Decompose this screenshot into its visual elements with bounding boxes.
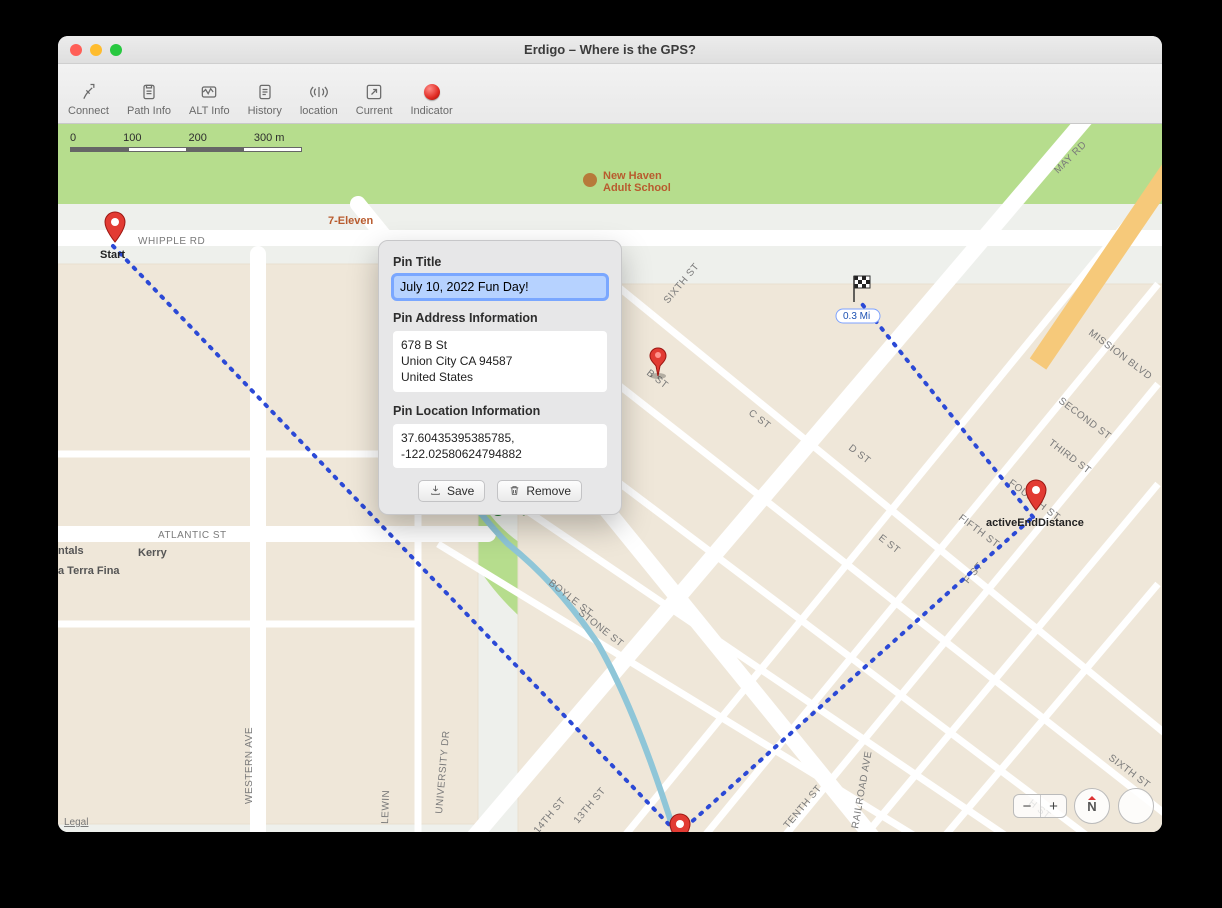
toolbar-label: Path Info (127, 105, 171, 117)
history-button[interactable]: History (248, 81, 282, 117)
indicator-icon (421, 81, 443, 103)
look-around-icon[interactable] (1118, 788, 1154, 824)
window-title: Erdigo – Where is the GPS? (58, 42, 1162, 57)
street-label: ATLANTIC ST (158, 530, 227, 541)
clipboard-icon (138, 81, 160, 103)
pin-route[interactable] (670, 814, 690, 832)
address-line: Union City CA 94587 (401, 353, 599, 369)
pin-address-box: 678 B St Union City CA 94587 United Stat… (393, 331, 607, 392)
toolbar-label: History (248, 105, 282, 117)
toolbar-label: ALT Info (189, 105, 230, 117)
zoom-in-button[interactable]: + (1040, 795, 1066, 817)
pin-title-label: Pin Title (393, 255, 607, 269)
pin-start-label: Start (100, 249, 125, 261)
antenna-icon (308, 81, 330, 103)
remove-button[interactable]: Remove (497, 480, 582, 502)
connect-button[interactable]: Connect (68, 81, 109, 117)
toolbar: Connect Path Info ALT Info History locat… (58, 64, 1162, 124)
toolbar-label: Indicator (410, 105, 452, 117)
toolbar-label: Current (356, 105, 393, 117)
altinfo-button[interactable]: ALT Info (189, 81, 230, 117)
street-label: LEWIN (380, 790, 392, 825)
indicator-button[interactable]: Indicator (410, 81, 452, 117)
address-line: 678 B St (401, 337, 599, 353)
location-button[interactable]: location (300, 81, 338, 117)
pin-location-label: Pin Location Information (393, 404, 607, 418)
distance-pill: 0.3 Mi (843, 311, 870, 322)
pin-address-label: Pin Address Information (393, 311, 607, 325)
document-icon (254, 81, 276, 103)
poi-terra: a Terra Fina (58, 565, 120, 577)
save-button[interactable]: Save (418, 480, 485, 502)
zoom-out-button[interactable]: − (1014, 795, 1040, 817)
poi-7eleven: 7-Eleven (328, 215, 374, 227)
toolbar-label: Connect (68, 105, 109, 117)
poi-ntals: ntals (58, 545, 84, 557)
fullscreen-icon[interactable] (110, 44, 122, 56)
close-icon[interactable] (70, 44, 82, 56)
poi-newhaven-2: Adult School (603, 182, 671, 194)
scale-tick: 300 m (254, 132, 285, 144)
pin-location-box: 37.60435395385785, -122.02580624794882 (393, 424, 607, 468)
button-label: Save (447, 484, 474, 498)
pin-title-input[interactable] (393, 275, 607, 299)
scale-tick: 0 (70, 132, 76, 144)
scale-tick: 100 (123, 132, 141, 144)
street-label: WHIPPLE RD (138, 236, 205, 247)
download-icon (429, 484, 442, 497)
scale-tick: 200 (188, 132, 206, 144)
zoom-control: − + (1013, 794, 1067, 818)
pin-end-label: activeEndDistance (986, 517, 1084, 529)
traffic-lights (58, 44, 122, 56)
trash-icon (508, 484, 521, 497)
scale-bar: 0 100 200 300 m (70, 132, 302, 152)
compass-icon[interactable]: N (1074, 788, 1110, 824)
toolbar-label: location (300, 105, 338, 117)
map-canvas[interactable]: WHIPPLE RD ATLANTIC ST WESTERN AVE SIXTH… (58, 124, 1162, 832)
plug-icon (77, 81, 99, 103)
poi-kerry: Kerry (138, 547, 168, 559)
waveform-icon (198, 81, 220, 103)
pin-popover: Pin Title Pin Address Information 678 B … (378, 240, 622, 515)
address-line: United States (401, 369, 599, 385)
current-button[interactable]: Current (356, 81, 393, 117)
pathinfo-button[interactable]: Path Info (127, 81, 171, 117)
arrow-out-icon (363, 81, 385, 103)
titlebar: Erdigo – Where is the GPS? (58, 36, 1162, 64)
street-label: WESTERN AVE (244, 727, 255, 804)
button-label: Remove (526, 484, 571, 498)
minimize-icon[interactable] (90, 44, 102, 56)
legal-link[interactable]: Legal (64, 817, 88, 828)
poi-newhaven: New Haven (603, 170, 662, 182)
app-window: Erdigo – Where is the GPS? Connect Path … (58, 36, 1162, 832)
